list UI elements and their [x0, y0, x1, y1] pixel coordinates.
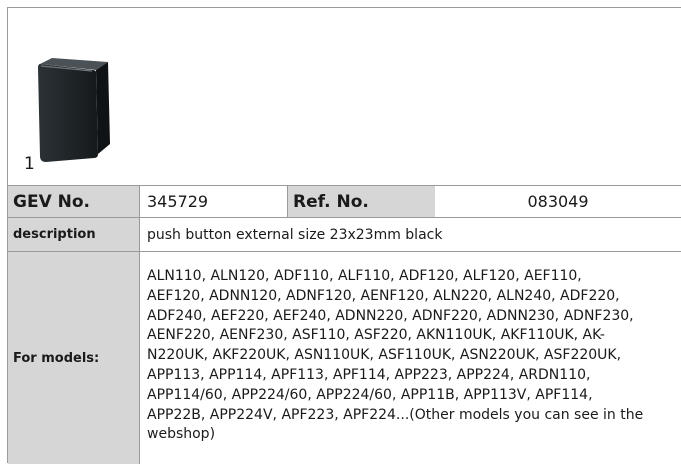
models-list: ALN110, ALN120, ADF110, ALF110, ADF120, … [147, 268, 644, 443]
gev-label: GEV No. [8, 186, 139, 217]
models-value-cell: ALN110, ALN120, ADF110, ALF110, ADF120, … [139, 252, 681, 464]
gev-row: GEV No. 345729 Ref. No. 083049 [8, 186, 681, 218]
ref-label: Ref. No. [287, 186, 435, 217]
gev-value: 345729 [139, 186, 287, 217]
description-value: push button external size 23x23mm black [139, 218, 681, 251]
product-sheet: 1 GEV No. 345729 Ref. No. 083049 descrip… [7, 7, 681, 464]
push-button-image [38, 58, 110, 162]
description-label: description [8, 218, 139, 251]
figure-number: 1 [24, 154, 35, 174]
product-image-cell: 1 [8, 8, 681, 186]
models-label: For models: [8, 252, 139, 464]
description-row: description push button external size 23… [8, 218, 681, 252]
ref-value: 083049 [527, 192, 589, 211]
models-row: For models: ALN110, ALN120, ADF110, ALF1… [8, 252, 681, 464]
